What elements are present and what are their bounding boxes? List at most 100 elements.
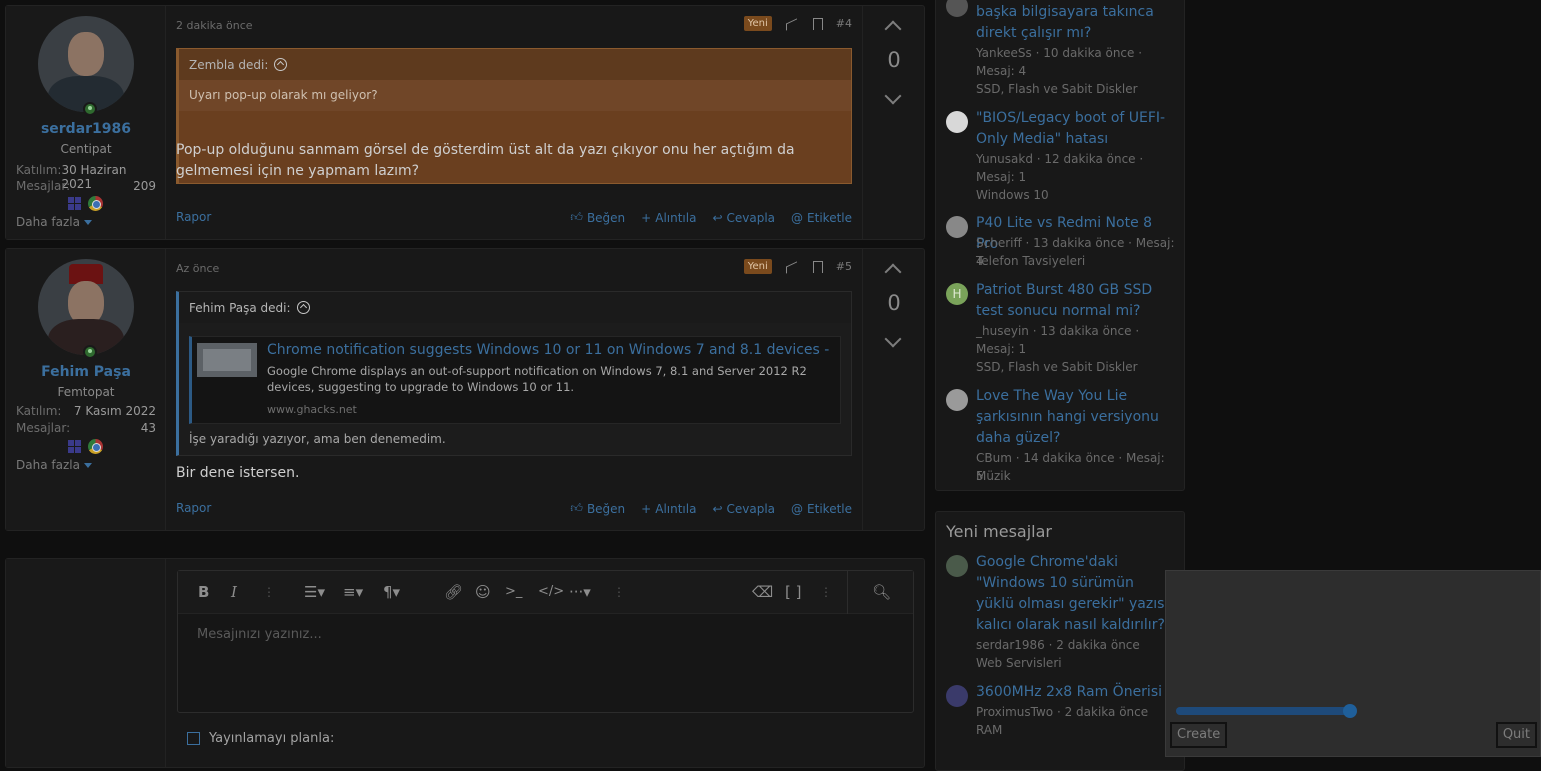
thread-title[interactable]: Patriot Burst 480 GB SSD test sonucu nor… [976, 280, 1176, 322]
post-meta: Yeni #5 [743, 259, 852, 274]
thread-meta: serdar1986 · 2 dakika önce [976, 638, 1140, 652]
align-icon[interactable]: ≡▾ [343, 583, 363, 601]
vote-panel: 0 [862, 249, 924, 530]
vote-score: 0 [887, 291, 901, 315]
avatar [946, 389, 968, 411]
link-thumbnail [197, 343, 257, 377]
like-button[interactable]: 👍︎ Beğen [570, 501, 625, 516]
more-insert-icon[interactable]: ···▾ [569, 583, 591, 601]
upvote-icon[interactable] [885, 18, 899, 32]
reply-button[interactable]: ↩ Cevapla [712, 210, 775, 225]
online-status-icon [83, 102, 97, 116]
quote-button[interactable]: + Alıntıla [641, 501, 696, 516]
arrow-up-circle-icon[interactable] [274, 58, 288, 71]
editor-user-column [6, 559, 166, 767]
code-icon[interactable]: </> [538, 583, 564, 601]
arrow-up-circle-icon[interactable] [296, 301, 310, 314]
message-input[interactable]: Mesajınızı yazınız... [197, 627, 322, 642]
quit-button[interactable]: Quit [1495, 722, 1537, 748]
post-number[interactable]: #5 [836, 260, 852, 273]
quote-header[interactable]: Zembla dedi: [179, 49, 851, 80]
report-link[interactable]: Rapor [176, 210, 211, 224]
vote-panel: 0 [862, 6, 924, 239]
more-button[interactable]: Daha fazla [16, 215, 92, 229]
link-preview[interactable]: Chrome notification suggests Windows 10 … [189, 336, 841, 424]
messages-value: 209 [133, 179, 156, 193]
joined-label: Katılım: [16, 404, 62, 418]
thread-title[interactable]: başka bilgisayara takınca direkt çalışır… [976, 2, 1176, 44]
quote-label: Alıntıla [655, 210, 697, 225]
link-title[interactable]: Chrome notification suggests Windows 10 … [267, 342, 830, 358]
post-time[interactable]: 2 dakika önce [176, 19, 253, 32]
share-icon[interactable] [784, 17, 798, 31]
thread-forum[interactable]: Web Servisleri [976, 656, 1176, 670]
plus-icon: + [641, 501, 652, 516]
like-button[interactable]: 👍︎ Beğen [570, 210, 625, 225]
like-label: Beğen [586, 210, 626, 225]
terminal-icon[interactable]: >_ [505, 583, 522, 601]
emoji-icon[interactable]: ☺ [475, 583, 491, 601]
slider-fill [1176, 707, 1350, 715]
downvote-icon[interactable] [885, 333, 899, 347]
thread-title[interactable]: Google Chrome'daki "Windows 10 sürümün y… [976, 552, 1176, 636]
sidebar-new-messages: Yeni mesajlar Google Chrome'daki "Window… [935, 511, 1185, 771]
thread-forum[interactable]: Telefon Tavsiyeleri [976, 254, 1176, 268]
more-options-icon[interactable]: ⋮ [613, 585, 625, 599]
thread-title[interactable]: 3600MHz 2x8 Ram Önerisi [976, 682, 1176, 703]
reply-editor-block: B I ⋮ ☰▾ ≡▾ ¶▾ 🔗︎ ☺ >_ </> ···▾ ⋮ ⌫ [ ] … [5, 558, 925, 768]
username[interactable]: Fehim Paşa [6, 364, 166, 380]
username[interactable]: serdar1986 [6, 121, 166, 137]
tag-button[interactable]: @ Etiketle [791, 501, 852, 516]
thread-forum[interactable]: SSD, Flash ve Sabit Diskler [976, 82, 1176, 96]
thread-forum[interactable]: RAM [976, 723, 1176, 737]
post-body: Bir dene istersen. [176, 465, 300, 481]
downvote-icon[interactable] [885, 90, 899, 104]
avatar[interactable] [38, 259, 134, 355]
quote-author[interactable]: Zembla dedi: [189, 58, 268, 72]
link-icon[interactable]: 🔗︎ [444, 583, 463, 601]
bookmark-icon[interactable] [810, 17, 824, 31]
thread-meta: YankeeSs · 10 dakika önce · Mesaj: 4 [976, 46, 1143, 78]
quote-header[interactable]: Fehim Paşa dedi: [179, 292, 851, 323]
bold-icon[interactable]: B [198, 583, 209, 601]
report-link[interactable]: Rapor [176, 501, 211, 515]
share-icon[interactable] [784, 260, 798, 274]
message-editor[interactable]: B I ⋮ ☰▾ ≡▾ ¶▾ 🔗︎ ☺ >_ </> ···▾ ⋮ ⌫ [ ] … [177, 570, 914, 713]
eraser-icon[interactable]: ⌫ [752, 583, 773, 601]
thread-title[interactable]: Love The Way You Lie şarkısının hangi ve… [976, 386, 1176, 449]
thread-forum[interactable]: SSD, Flash ve Sabit Diskler [976, 360, 1176, 374]
tag-button[interactable]: @ Etiketle [791, 210, 852, 225]
reply-label: Cevapla [726, 210, 776, 225]
schedule-checkbox[interactable] [187, 732, 200, 745]
more-button[interactable]: Daha fazla [16, 458, 92, 472]
quote-button[interactable]: + Alıntıla [641, 210, 696, 225]
editor-toolbar: B I ⋮ ☰▾ ≡▾ ¶▾ 🔗︎ ☺ >_ </> ···▾ ⋮ ⌫ [ ] … [178, 571, 913, 614]
bookmark-icon[interactable] [810, 260, 824, 274]
reply-button[interactable]: ↩ Cevapla [712, 501, 775, 516]
avatar-letter: H [952, 287, 962, 301]
list-icon[interactable]: ☰▾ [304, 583, 325, 601]
post-number[interactable]: #4 [836, 17, 852, 30]
avatar[interactable] [38, 16, 134, 112]
paragraph-icon[interactable]: ¶▾ [383, 583, 400, 601]
messages-stat: Mesajlar: 209 [16, 179, 156, 193]
more-editor-options-icon[interactable]: ⋮ [820, 585, 832, 599]
chrome-icon [88, 196, 103, 211]
preview-button[interactable]: 🔍︎ [847, 571, 913, 614]
upvote-icon[interactable] [885, 261, 899, 275]
overlay-slider[interactable] [1176, 704, 1357, 718]
schedule-option[interactable]: Yayınlamayı planla: [187, 731, 334, 746]
more-text-options-icon[interactable]: ⋮ [263, 585, 275, 599]
messages-label: Mesajlar: [16, 179, 71, 193]
like-label: Beğen [586, 501, 626, 516]
post-time[interactable]: Az önce [176, 262, 219, 275]
quote-author[interactable]: Fehim Paşa dedi: [189, 301, 291, 315]
thread-forum[interactable]: Windows 10 [976, 188, 1176, 202]
create-button[interactable]: Create [1170, 722, 1228, 748]
slider-thumb[interactable] [1343, 704, 1357, 718]
thumbs-up-icon: 👍︎ [570, 210, 583, 224]
bbcode-toggle-icon[interactable]: [ ] [785, 583, 801, 601]
thread-forum[interactable]: Müzik [976, 469, 1176, 483]
thread-title[interactable]: "BIOS/Legacy boot of UEFI-Only Media" ha… [976, 108, 1176, 150]
italic-icon[interactable]: I [231, 583, 237, 601]
